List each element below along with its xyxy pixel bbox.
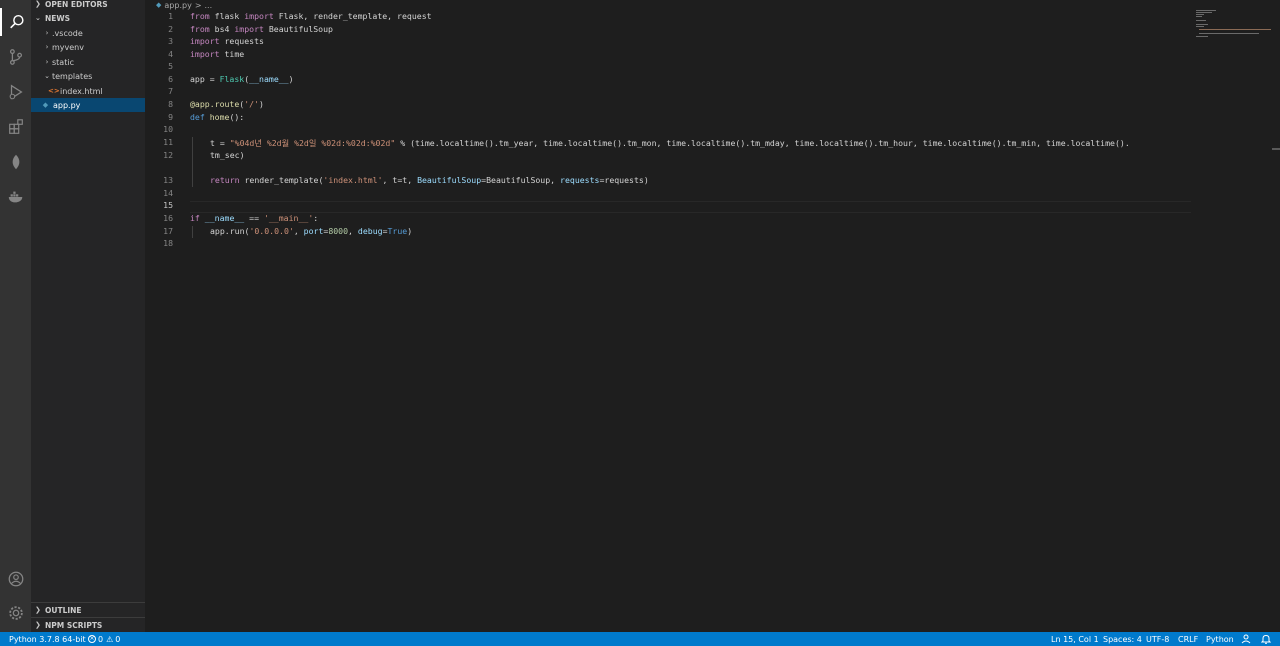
line-number: 6 — [168, 74, 173, 84]
code-line-4: import time — [190, 49, 245, 59]
line-number: 18 — [163, 238, 173, 248]
language-mode[interactable]: Python — [1206, 632, 1234, 646]
activity-bar — [0, 0, 31, 632]
code-line-13: return render_template('index.html', t=t… — [210, 175, 649, 185]
chevron-right-icon: › — [45, 58, 49, 66]
chevron-right-icon: ❯ — [35, 0, 41, 8]
problems-indicator[interactable]: × 0 ⚠ 0 — [88, 632, 120, 646]
code-line-3: import requests — [190, 36, 264, 46]
code-line-1: from flask import Flask, render_template… — [190, 11, 432, 21]
line-number: 10 — [163, 124, 173, 134]
feedback-icon[interactable] — [1241, 632, 1251, 646]
chevron-right-icon: › — [45, 43, 49, 51]
line-number: 9 — [168, 112, 173, 122]
tree-item-index-html[interactable]: <> index.html — [31, 84, 145, 98]
breadcrumb-separator: > — [194, 0, 202, 10]
code-line-9: def home(): — [190, 112, 245, 122]
code-line-2: from bs4 import BeautifulSoup — [190, 24, 333, 34]
line-number: 15 — [163, 200, 173, 210]
tree-item-vscode[interactable]: › .vscode — [31, 26, 145, 40]
chevron-down-icon: ⌄ — [35, 14, 41, 22]
extensions-icon[interactable] — [0, 113, 31, 141]
run-debug-icon[interactable] — [0, 78, 31, 106]
status-bar: Python 3.7.8 64-bit × 0 ⚠ 0 Ln 15, Col 1… — [0, 632, 1280, 646]
tree-item-templates[interactable]: ⌄ templates — [31, 69, 145, 83]
cursor-position[interactable]: Ln 15, Col 1 — [1051, 632, 1099, 646]
bell-icon[interactable] — [1261, 632, 1271, 646]
line-number: 17 — [163, 226, 173, 236]
line-number: 8 — [168, 99, 173, 109]
code-line-6: app = Flask(__name__) — [190, 74, 294, 84]
breadcrumb: ◆ app.py > ... — [156, 0, 212, 10]
line-ending[interactable]: CRLF — [1178, 632, 1198, 646]
line-number: 2 — [168, 24, 173, 34]
line-number: 12 — [163, 150, 173, 160]
tree-item-app-py[interactable]: ◆ app.py — [31, 98, 145, 112]
indent-guide — [192, 137, 193, 187]
python-file-icon: ◆ — [156, 1, 162, 9]
source-control-icon[interactable] — [0, 43, 31, 71]
line-number: 11 — [163, 137, 173, 147]
chevron-right-icon: ❯ — [35, 606, 41, 614]
line-number: 14 — [163, 188, 173, 198]
line-number: 3 — [168, 36, 173, 46]
breadcrumb-file[interactable]: app.py — [164, 1, 191, 10]
python-file-icon: ◆ — [42, 100, 49, 109]
code-line-17: app.run('0.0.0.0', port=8000, debug=True… — [210, 226, 413, 236]
account-icon[interactable] — [0, 565, 31, 593]
breadcrumb-more[interactable]: ... — [205, 1, 213, 10]
encoding[interactable]: UTF-8 — [1146, 632, 1169, 646]
search-icon[interactable] — [0, 8, 31, 36]
explorer-sidebar: ❯ OPEN EDITORS ⌄ NEWS › .vscode › myvenv… — [31, 0, 145, 632]
line-number: 1 — [168, 11, 173, 21]
indent-guide — [192, 226, 193, 238]
code-editor[interactable]: 1 2 3 4 5 6 7 8 9 10 11 12 13 14 15 16 17 18 from flask i… — [145, 10, 1280, 632]
line-number: 13 — [163, 175, 173, 185]
minimap[interactable] — [1192, 8, 1272, 38]
html-file-icon: <> — [48, 86, 60, 95]
tree-item-static[interactable]: › static — [31, 55, 145, 69]
code-line-8: @app.route('/') — [190, 99, 264, 109]
line-number: 16 — [163, 213, 173, 223]
code-line-11: t = "%04d년 %2d월 %2d일 %02d:%02d:%02d" % (… — [210, 138, 1130, 148]
line-number: 7 — [168, 86, 173, 96]
code-line-16: if __name__ == '__main__': — [190, 213, 319, 223]
line-number: 5 — [168, 61, 173, 71]
leaf-icon[interactable] — [0, 148, 31, 176]
tree-item-myvenv[interactable]: › myvenv — [31, 40, 145, 54]
outline-header[interactable]: ❯ OUTLINE — [31, 603, 145, 617]
warning-icon: ⚠ — [106, 634, 114, 644]
code-line-11-wrap: tm_sec) — [210, 150, 245, 160]
open-editors-header[interactable]: ❯ OPEN EDITORS — [31, 0, 145, 11]
chevron-right-icon: › — [45, 29, 49, 37]
scrollbar-marker — [1272, 148, 1280, 150]
chevron-right-icon: ❯ — [35, 621, 41, 629]
workspace-header[interactable]: ⌄ NEWS — [31, 11, 145, 25]
gear-icon[interactable] — [0, 599, 31, 627]
chevron-down-icon: ⌄ — [44, 72, 50, 80]
current-line-highlight — [190, 201, 1191, 213]
indentation[interactable]: Spaces: 4 — [1103, 632, 1142, 646]
docker-icon[interactable] — [0, 183, 31, 211]
error-icon: × — [88, 635, 96, 643]
npm-scripts-header[interactable]: ❯ NPM SCRIPTS — [31, 618, 145, 632]
python-interpreter[interactable]: Python 3.7.8 64-bit — [9, 632, 86, 646]
line-number: 4 — [168, 49, 173, 59]
